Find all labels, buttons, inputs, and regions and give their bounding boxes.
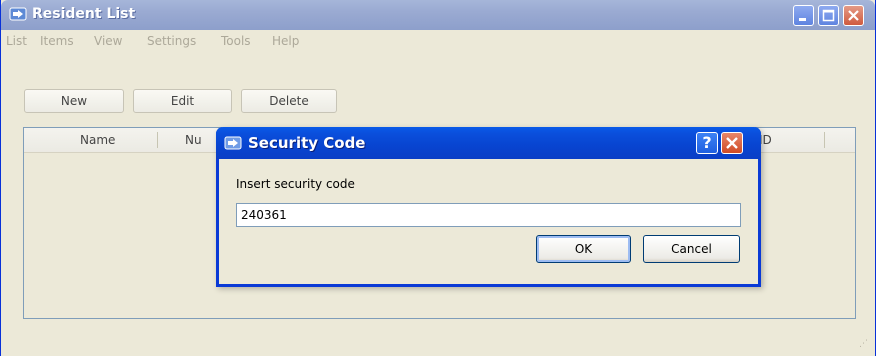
dialog-title: Security Code [248, 134, 366, 152]
close-button[interactable] [843, 5, 864, 26]
resize-grip[interactable]: ⋰ [859, 340, 869, 350]
edit-button[interactable]: Edit [133, 89, 232, 113]
security-code-input[interactable]: 240361 [236, 203, 741, 227]
help-icon: ? [702, 133, 712, 152]
new-button[interactable]: New [24, 89, 124, 113]
column-header-name[interactable]: Name [80, 128, 115, 152]
dialog-close-button[interactable] [721, 132, 743, 154]
menu-list[interactable]: List [6, 34, 27, 48]
window-title: Resident List [32, 6, 136, 22]
dialog-titlebar[interactable]: Security Code ? [216, 127, 761, 159]
menu-items[interactable]: Items [40, 34, 74, 48]
close-icon [726, 137, 738, 149]
ok-button[interactable]: OK [536, 235, 631, 263]
help-button[interactable]: ? [696, 132, 718, 154]
close-icon [848, 10, 859, 21]
minimize-icon [799, 18, 806, 21]
security-code-label: Insert security code [236, 177, 355, 191]
dialog-app-icon [224, 136, 242, 150]
column-header-number[interactable]: Nu [185, 128, 202, 152]
cancel-button[interactable]: Cancel [643, 235, 740, 263]
security-code-dialog: Security Code ? Insert security code 240… [216, 127, 761, 287]
column-divider[interactable] [157, 132, 158, 148]
menu-bar: List Items View Settings Tools Help [1, 30, 875, 52]
delete-button[interactable]: Delete [241, 89, 337, 113]
column-divider[interactable] [824, 132, 825, 148]
maximize-button[interactable] [818, 5, 839, 26]
menu-tools[interactable]: Tools [221, 34, 251, 48]
menu-settings[interactable]: Settings [147, 34, 196, 48]
menu-help[interactable]: Help [272, 34, 299, 48]
window-titlebar[interactable]: Resident List [1, 0, 875, 30]
minimize-button[interactable] [793, 5, 814, 26]
menu-view[interactable]: View [94, 34, 122, 48]
maximize-icon [822, 9, 835, 22]
app-icon [9, 7, 27, 21]
